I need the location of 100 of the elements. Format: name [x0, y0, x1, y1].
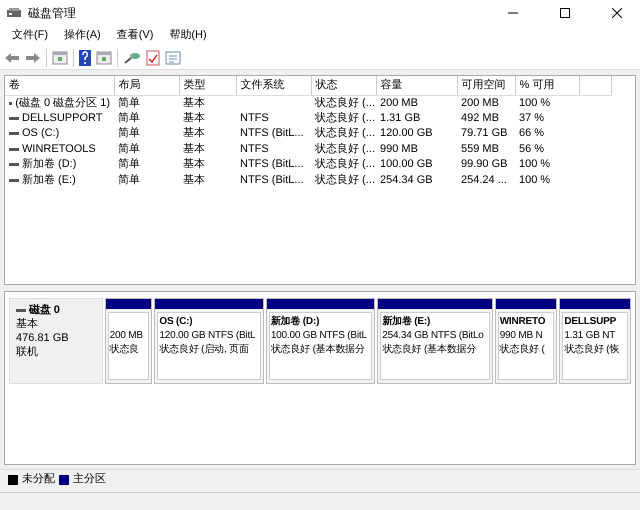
- partition-block[interactable]: OS (C:) 120.00 GB NTFS (BitL 状态良好 (启动, 页面: [154, 298, 264, 384]
- volume-icon: [9, 148, 19, 151]
- checklist-icon[interactable]: [146, 50, 160, 66]
- disk-status: 联机: [16, 345, 39, 359]
- table-cell: 新加卷 (E:): [22, 172, 76, 188]
- partition-status: 状态良好 (启动, 页面: [159, 343, 250, 357]
- table-cell-text: 状态良好 (...: [314, 110, 376, 126]
- table-cell-text: 简单: [117, 126, 141, 142]
- table-cell-text: 120.00 GB: [379, 126, 434, 142]
- maximize-icon: [560, 8, 570, 18]
- column-header[interactable]: 容量: [376, 76, 457, 95]
- partition-header-bar: [106, 299, 152, 309]
- partition-title: OS (C:): [159, 315, 194, 329]
- column-header[interactable]: 可用空间: [457, 76, 515, 95]
- legend-label: 未分配: [22, 472, 55, 488]
- column-header[interactable]: 布局: [114, 76, 179, 95]
- table-cell-text: 状态良好 (...: [314, 172, 376, 188]
- menu-item[interactable]: 操作(A): [56, 25, 109, 46]
- table-cell-text: 100 %: [518, 157, 552, 172]
- partition-status: 状态良: [110, 343, 140, 357]
- table-cell: 状态良好 (...: [311, 95, 376, 110]
- partition-size: 100.00 GB NTFS (BitL: [270, 329, 368, 343]
- disk-size: 476.81 GB: [16, 331, 70, 345]
- partition-size: 254.34 GB NTFS (BitLo: [382, 329, 485, 343]
- table-cell-text: 66 %: [518, 126, 546, 142]
- volume-icon: [9, 102, 12, 104]
- table-cell-text: 990 MB: [379, 142, 419, 157]
- partition-block[interactable]: DELLSUPP 1.31 GB NT 状态良好 (恢: [559, 298, 632, 384]
- table-cell: WINRETOOLS: [22, 142, 96, 157]
- properties-icon[interactable]: [165, 50, 181, 64]
- table-cell-text: 简单: [117, 142, 141, 157]
- table-cell-text: NTFS: [239, 110, 270, 126]
- partition-size: 120.00 GB NTFS (BitL: [159, 329, 256, 343]
- table-cell-text: NTFS: [239, 142, 270, 157]
- key-icon[interactable]: [123, 50, 141, 64]
- column-header[interactable]: 卷: [5, 76, 114, 95]
- table-cell-text: 基本: [182, 172, 206, 188]
- column-header[interactable]: 类型: [179, 76, 236, 95]
- partition-block[interactable]: 新加卷 (E:) 254.34 GB NTFS (BitLo 状态良好 (基本数据分: [377, 298, 493, 384]
- partition-header-bar: [496, 299, 556, 309]
- table-cell-text: 56 %: [518, 142, 546, 157]
- table-cell-text: 37 %: [518, 110, 546, 126]
- table-cell: 新加卷 (D:): [22, 157, 76, 172]
- partition-header-bar: [560, 299, 630, 309]
- partition-status: 状态良好 (恢: [564, 343, 620, 357]
- menu-item[interactable]: 帮助(H): [161, 25, 215, 46]
- help-icon[interactable]: [79, 50, 91, 66]
- table-cell-text: 状态良好 (...: [314, 157, 376, 172]
- table-cell-text: 状态良好 (...: [314, 126, 376, 142]
- table-cell: DELLSUPPORT: [22, 110, 102, 126]
- panel-icon[interactable]: [52, 50, 68, 64]
- menu-item[interactable]: 文件(F): [4, 25, 56, 46]
- table-cell-text: 254.34 GB: [379, 172, 434, 188]
- volume-icon: [9, 116, 19, 120]
- disk-type: 基本: [16, 317, 39, 331]
- partition-size: 990 MB N: [500, 329, 544, 343]
- table-cell-text: 254.24 ...: [460, 172, 508, 188]
- partition-block[interactable]: 200 MB 状态良: [104, 298, 152, 384]
- partition-title: WINRETO: [500, 315, 546, 329]
- table-cell-text: NTFS (BitL...: [239, 157, 305, 172]
- partition-block[interactable]: 新加卷 (D:) 100.00 GB NTFS (BitL 状态良好 (基本数据分: [266, 298, 376, 384]
- close-icon: [612, 8, 622, 18]
- table-cell-text: 99.90 GB: [460, 157, 508, 172]
- partition-title: 新加卷 (D:): [270, 315, 320, 329]
- volume-icon: [9, 132, 19, 136]
- partition-block[interactable]: WINRETO 990 MB N 状态良好 (: [494, 298, 558, 384]
- table-cell-text: 100 %: [518, 172, 552, 188]
- table-cell: 200 MB: [457, 95, 515, 110]
- forward-button[interactable]: [25, 50, 41, 64]
- menu-item[interactable]: 查看(V): [108, 25, 162, 46]
- window-title: 磁盘管理: [28, 4, 77, 22]
- column-header[interactable]: 文件系统: [236, 76, 311, 95]
- legend-label: 主分区: [73, 472, 106, 488]
- table-cell-text: NTFS (BitL...: [239, 126, 305, 142]
- table-cell-text: 100.00 GB: [379, 157, 434, 172]
- disk-name: 磁盘 0: [28, 303, 60, 317]
- table-cell: 100 %: [515, 95, 579, 110]
- table-cell-text: 基本: [182, 110, 206, 126]
- partition-status: 状态良好 (基本数据分: [382, 343, 478, 357]
- table-cell: 基本: [179, 95, 236, 110]
- back-button[interactable]: [4, 50, 20, 64]
- column-header[interactable]: 状态: [311, 76, 376, 95]
- table-cell-text: 559 MB: [460, 142, 500, 157]
- table-cell-text: 状态良好 (...: [314, 142, 376, 157]
- table-cell: (磁盘 0 磁盘分区 1): [15, 96, 110, 110]
- table-cell-text: 简单: [117, 172, 141, 188]
- table-cell-text: 简单: [117, 110, 141, 126]
- partition-size: 200 MB: [110, 329, 144, 343]
- partition-title: DELLSUPP: [564, 315, 618, 329]
- table-cell-text: 基本: [182, 126, 206, 142]
- volume-icon: [9, 163, 19, 166]
- panel-icon[interactable]: [96, 50, 112, 64]
- table-cell-text: 1.31 GB: [379, 110, 422, 126]
- table-cell: 简单: [114, 95, 179, 110]
- partition-title: 新加卷 (E:): [382, 315, 432, 329]
- partition-status: 状态良好 (基本数据分: [270, 343, 366, 357]
- volume-icon: [9, 178, 19, 182]
- partition-status: 状态良好 (: [500, 343, 546, 357]
- table-cell-text: 79.71 GB: [460, 126, 508, 142]
- column-header[interactable]: % 可用: [515, 76, 579, 95]
